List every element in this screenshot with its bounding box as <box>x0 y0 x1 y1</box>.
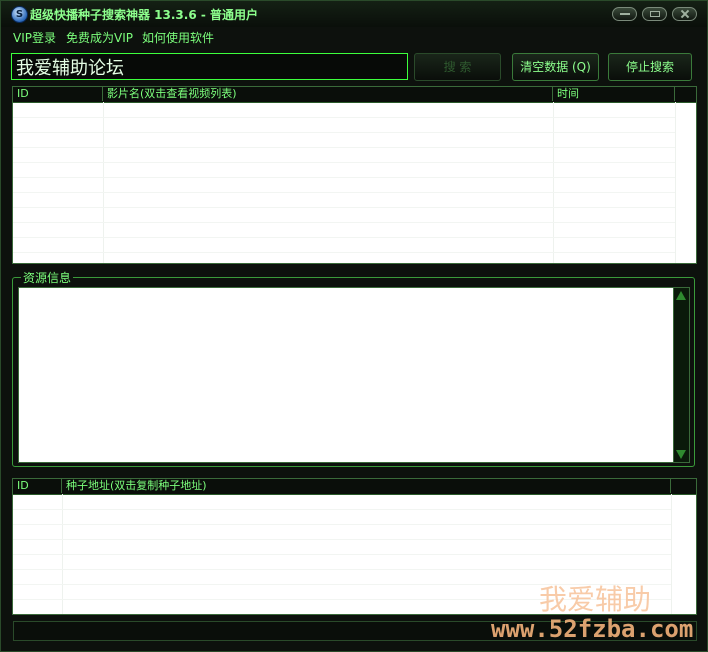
column-header-time[interactable]: 时间 <box>553 87 675 101</box>
results-table[interactable]: ID 影片名(双击查看视频列表) 时间 <box>12 86 697 264</box>
search-input[interactable] <box>11 53 408 80</box>
results-table-header: ID 影片名(双击查看视频列表) 时间 <box>13 87 696 103</box>
menu-free-vip[interactable]: 免费成为VIP <box>66 29 133 46</box>
app-logo-icon: S <box>11 6 28 23</box>
window-title: 超级快播种子搜索神器 13.3.6 - 普通用户 <box>30 8 259 22</box>
watermark-url: www.52fzba.com <box>491 615 694 643</box>
column-header-torrent-id[interactable]: ID <box>13 479 62 493</box>
title-bar[interactable]: S 超级快播种子搜索神器 13.3.6 - 普通用户 <box>1 1 707 27</box>
restore-icon[interactable] <box>642 7 667 21</box>
main-window: S 超级快播种子搜索神器 13.3.6 - 普通用户 VIP登录 免费成为VIP… <box>0 0 708 652</box>
scroll-up-icon[interactable] <box>676 291 686 300</box>
menu-vip-login[interactable]: VIP登录 <box>13 29 56 46</box>
clear-data-button[interactable]: 清空数据 (Q) <box>512 53 599 81</box>
column-header-id[interactable]: ID <box>13 87 103 101</box>
search-button[interactable]: 搜 索 <box>414 53 501 81</box>
close-icon[interactable] <box>672 7 697 21</box>
column-header-torrent-address[interactable]: 种子地址(双击复制种子地址) <box>62 479 671 493</box>
stop-search-button[interactable]: 停止搜索 <box>608 53 692 81</box>
torrent-table-header: ID 种子地址(双击复制种子地址) <box>13 479 696 495</box>
column-header-title[interactable]: 影片名(双击查看视频列表) <box>103 87 553 101</box>
minimize-icon[interactable] <box>612 7 637 21</box>
scroll-down-icon[interactable] <box>676 450 686 459</box>
resource-info-scrollbar[interactable] <box>673 288 689 462</box>
menu-how-to-use[interactable]: 如何使用软件 <box>142 29 214 46</box>
watermark-text: 我爱辅助 <box>539 583 652 616</box>
resource-info-textarea[interactable] <box>18 287 690 463</box>
resource-info-label: 资源信息 <box>21 269 74 286</box>
